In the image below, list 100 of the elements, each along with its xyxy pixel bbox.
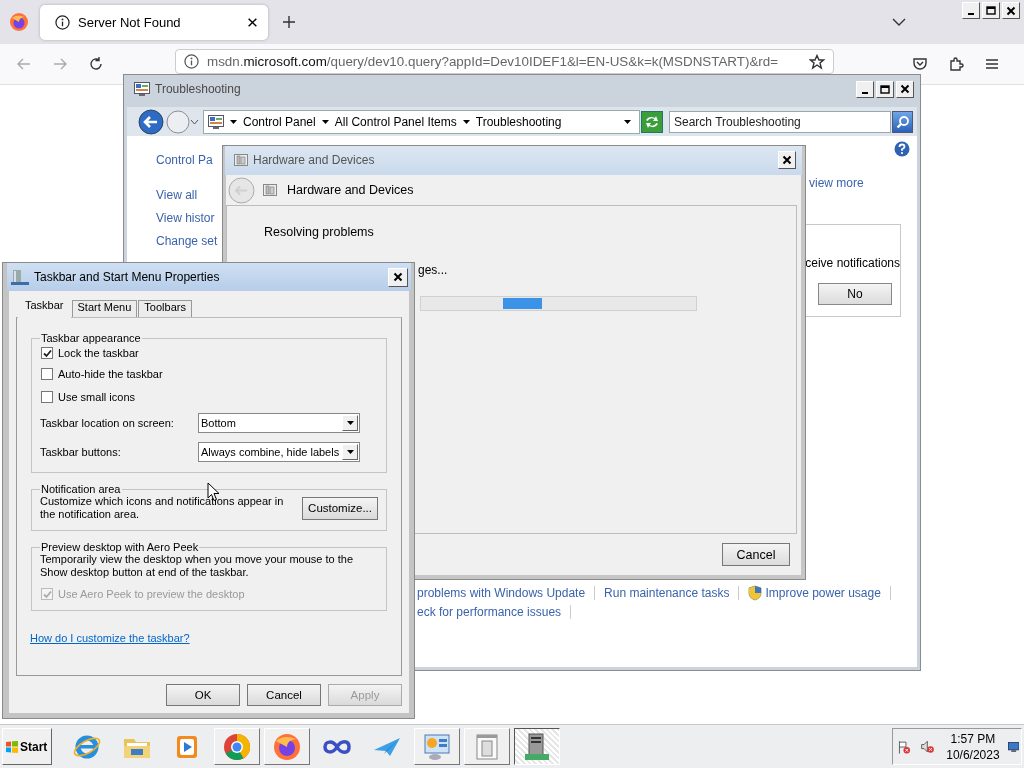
start-button[interactable]: Start: [2, 728, 52, 765]
shield-icon: [748, 585, 763, 601]
minimize-icon: [862, 91, 868, 94]
description-text: Temporarily view the desktop when you move your mouse to the Show desktop button at end of the taskbar.: [40, 553, 355, 579]
view-more-link[interactable]: view more: [804, 176, 917, 190]
search-icon: [895, 114, 910, 129]
menu-icon[interactable]: [984, 56, 1000, 72]
maximize-button[interactable]: [982, 2, 1000, 19]
task-link[interactable]: Run maintenance tasks: [604, 586, 730, 600]
caret-icon: [321, 119, 329, 124]
close-button[interactable]: [1002, 2, 1020, 19]
taskbar-app-button[interactable]: [514, 728, 560, 765]
close-button[interactable]: [388, 267, 408, 287]
detail-text: ges...: [418, 263, 449, 277]
maximize-icon: [880, 84, 890, 94]
sidebar-link[interactable]: View all: [156, 188, 198, 202]
control-panel-icon: [208, 114, 224, 129]
cancel-button[interactable]: Cancel: [722, 543, 790, 566]
window-title: Troubleshooting: [155, 82, 242, 96]
close-icon: [247, 16, 258, 28]
breadcrumb-item[interactable]: Troubleshooting: [475, 114, 562, 129]
server-icon: [522, 731, 552, 762]
address-bar[interactable]: msdn.microsoft.com/query/dev10.query?appId=Dev10IDEF1&l=EN-US&k=k(MSDNSTART)&rd=: [175, 49, 834, 74]
close-icon: [393, 272, 403, 282]
checkbox-label: Use Aero Peek to preview the desktop: [58, 588, 245, 600]
minimize-button[interactable]: [962, 2, 980, 19]
star-icon[interactable]: [809, 53, 825, 70]
caret-icon: [624, 119, 631, 124]
info-icon: [55, 14, 70, 30]
close-icon: [782, 154, 792, 165]
minimize-icon: [968, 13, 974, 15]
reload-icon[interactable]: [88, 56, 104, 72]
firefox-icon[interactable]: [9, 12, 29, 32]
search-field[interactable]: Search Troubleshooting: [669, 110, 891, 133]
dialog-button[interactable]: OK: [166, 684, 240, 706]
tab[interactable]: Toolbars: [138, 300, 192, 317]
back-button[interactable]: [138, 108, 164, 135]
sidebar-link[interactable]: Change set: [156, 234, 218, 248]
history-caret-icon[interactable]: [190, 118, 199, 125]
close-button[interactable]: [896, 80, 914, 98]
pocket-icon[interactable]: [912, 56, 928, 72]
firefox-icon: [272, 731, 302, 762]
checkbox-label: Use small icons: [58, 390, 136, 403]
clock-time[interactable]: 1:57 PM: [950, 730, 996, 747]
dialog-button[interactable]: Cancel: [247, 684, 321, 706]
close-icon: [900, 84, 910, 94]
task-link[interactable]: problems with Windows Update: [417, 586, 586, 600]
caret-icon: [346, 420, 354, 425]
control-panel-icon: [422, 731, 452, 762]
browser-tab[interactable]: Server Not Found: [40, 4, 268, 40]
search-button[interactable]: [892, 110, 913, 133]
control-panel-icon: [134, 82, 150, 96]
sidebar-link[interactable]: View histor: [156, 211, 215, 225]
no-button[interactable]: No: [818, 283, 892, 305]
chevron-icon[interactable]: [892, 17, 906, 27]
maximize-icon: [986, 6, 996, 15]
taskbar-icon: [11, 269, 29, 285]
help-link[interactable]: How do I customize the taskbar?: [30, 632, 190, 644]
minimize-button[interactable]: [856, 80, 874, 98]
customize-button[interactable]: Customize...: [302, 496, 378, 520]
show-desktop-icon[interactable]: [1007, 740, 1019, 753]
extensions-icon[interactable]: [948, 56, 964, 72]
checkbox[interactable]: [41, 367, 53, 380]
dropdown[interactable]: Bottom: [198, 412, 360, 433]
task-link[interactable]: Improve power usage: [765, 586, 881, 600]
close-icon: [1006, 5, 1016, 16]
busy-indicator-block: [503, 298, 542, 309]
tab[interactable]: Taskbar: [18, 298, 71, 318]
task-link[interactable]: eck for performance issues: [417, 605, 562, 619]
url-text: msdn.microsoft.com/query/dev10.query?appId=Dev10IDEF1&l=EN-US&k=k(MSDNSTART)&rd=: [207, 54, 780, 69]
group-label: Notification area: [40, 483, 122, 495]
dropdown[interactable]: Always combine, hide labels: [198, 441, 360, 462]
notice-text: ceive notifications: [805, 256, 900, 270]
help-icon[interactable]: [894, 141, 910, 157]
status-text: Resolving problems: [264, 225, 375, 239]
checkbox-label: Auto-hide the taskbar: [58, 367, 163, 380]
checkbox[interactable]: [41, 390, 53, 403]
dialog-title: Hardware and Devices: [253, 152, 376, 167]
group-label: Preview desktop with Aero Peek: [40, 541, 200, 553]
info-icon: [184, 54, 199, 69]
close-button[interactable]: [778, 150, 796, 169]
sidebar-link[interactable]: Control Pa: [156, 153, 213, 167]
devices-icon: [234, 152, 248, 167]
maximize-button[interactable]: [876, 80, 894, 98]
new-tab-icon[interactable]: [282, 15, 296, 29]
checkbox[interactable]: [41, 347, 53, 359]
address-bar[interactable]: Control Panel All Control Panel Items Troubleshooting: [203, 109, 640, 134]
refresh-button[interactable]: [641, 110, 663, 133]
tab-title: Server Not Found: [78, 14, 182, 30]
dialog-title: Taskbar and Start Menu Properties: [34, 270, 221, 284]
devices-icon: [263, 183, 277, 197]
field-label: Taskbar location on screen:: [40, 416, 175, 429]
group-label: Taskbar appearance: [40, 332, 142, 344]
breadcrumb-item[interactable]: All Control Panel Items: [334, 114, 457, 129]
chrome-icon: [222, 731, 252, 762]
windows-logo-icon: [5, 739, 19, 754]
checkbox-label: Lock the taskbar: [58, 347, 139, 359]
tab[interactable]: Start Menu: [71, 300, 138, 317]
clock-date[interactable]: 10/6/2023: [946, 746, 1000, 763]
breadcrumb-item[interactable]: Control Panel: [243, 114, 316, 129]
